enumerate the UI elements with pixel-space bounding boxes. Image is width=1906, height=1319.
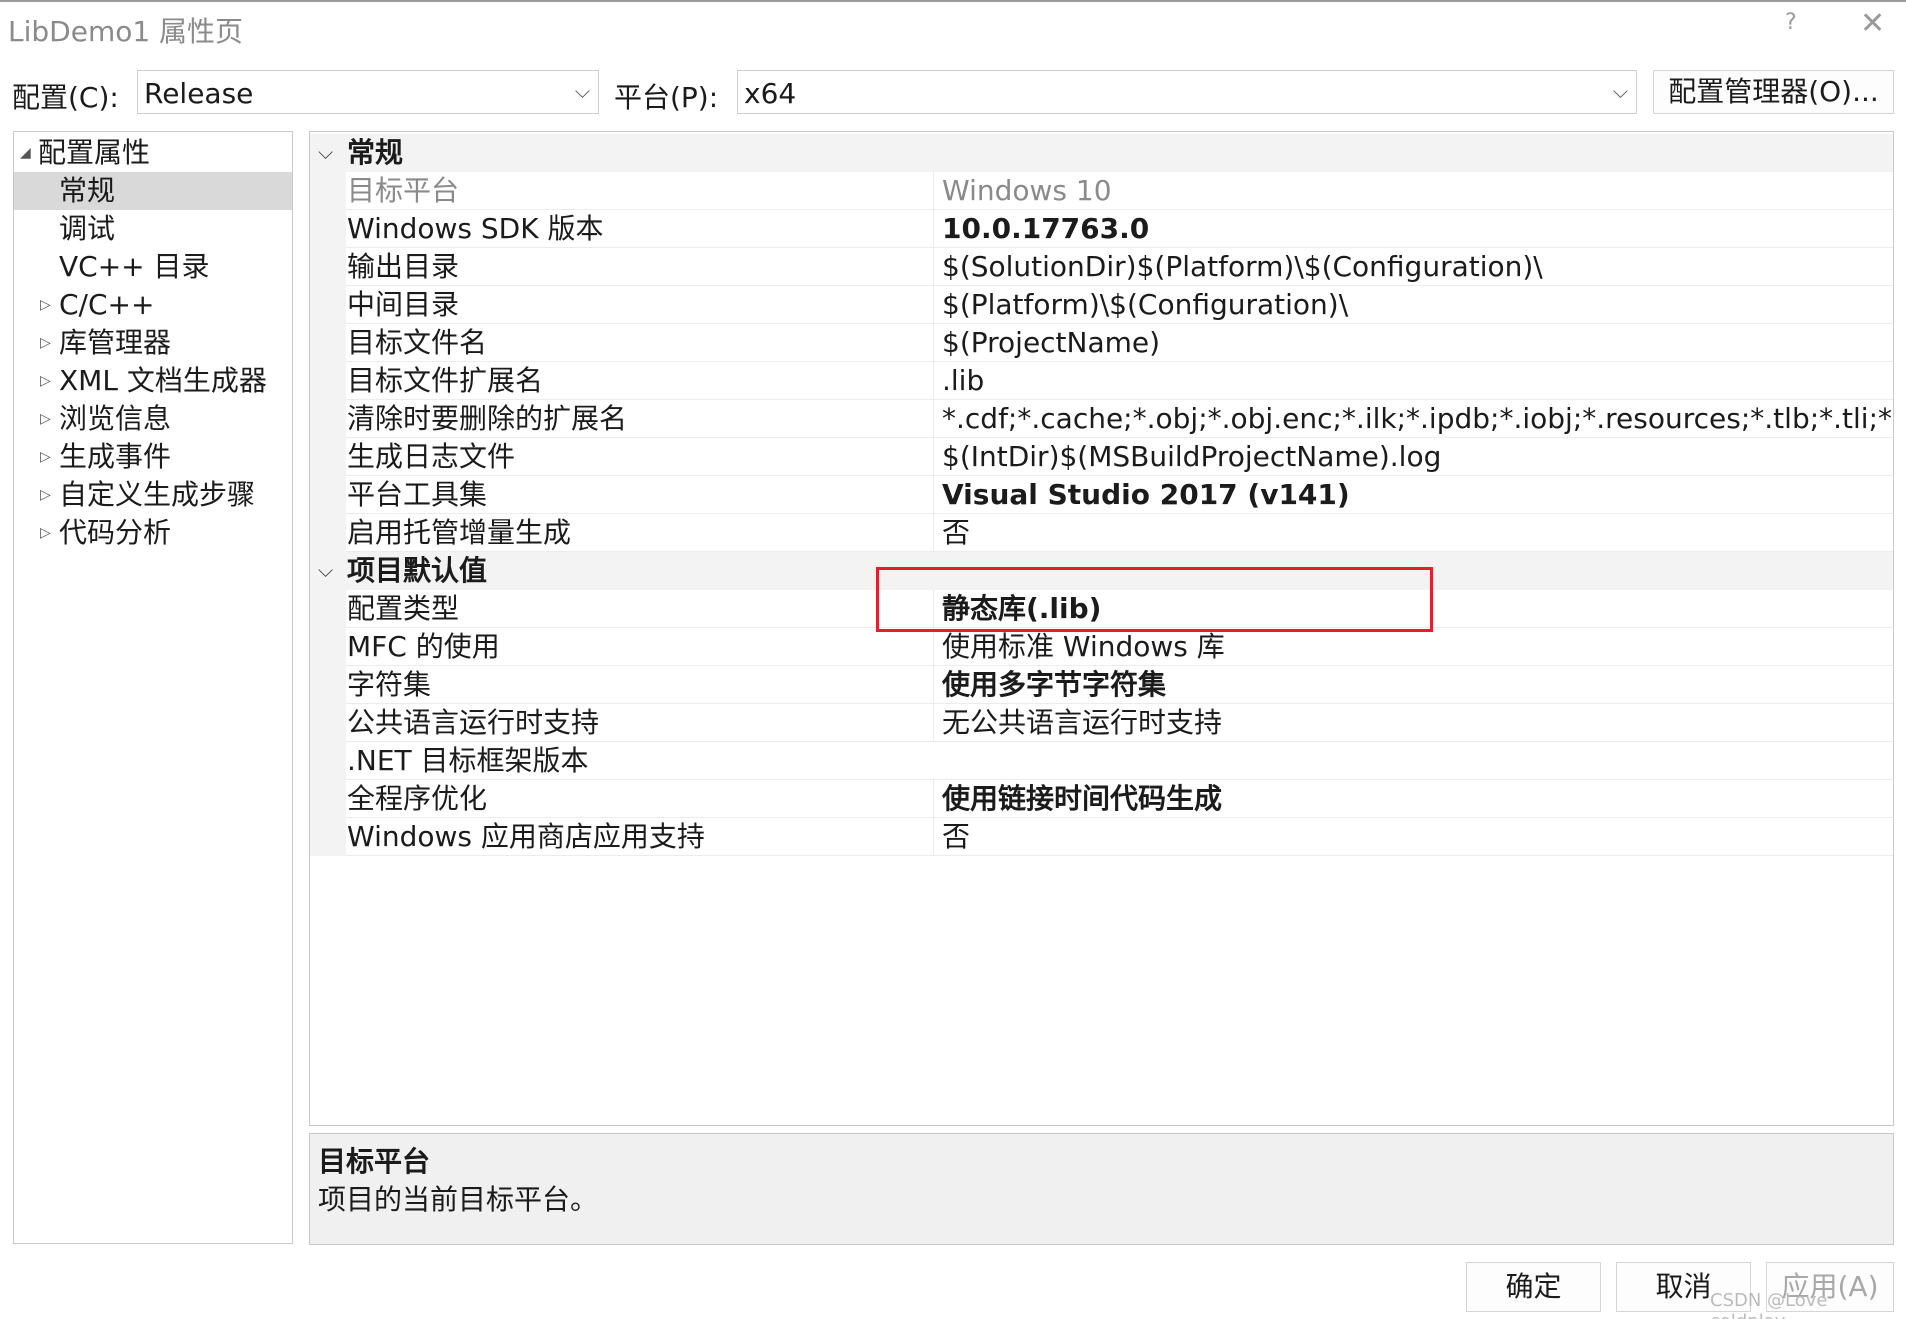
property-name: 公共语言运行时支持 xyxy=(347,706,600,739)
property-value[interactable]: Windows 10 xyxy=(933,172,1893,210)
close-icon[interactable]: ✕ xyxy=(1860,6,1885,41)
property-tree: ◢ 配置属性 常规 调试 VC++ 目录 ▷ C/C++ ▷ 库管理器 ▷ XM… xyxy=(13,131,293,1244)
tree-root[interactable]: ◢ 配置属性 xyxy=(14,134,292,172)
property-row-charset[interactable]: 字符集 使用多字节字符集 xyxy=(310,666,1893,704)
property-name: 输出目录 xyxy=(347,250,460,283)
property-value[interactable]: .lib xyxy=(933,362,1893,400)
platform-dropdown[interactable]: x64 ⌵ xyxy=(737,70,1637,114)
tree-item-custom-build-step[interactable]: ▷ 自定义生成步骤 xyxy=(14,476,292,514)
tree-item-librarian[interactable]: ▷ 库管理器 xyxy=(14,324,292,362)
chevron-down-icon: ⌵ xyxy=(1612,79,1628,103)
config-bar: 配置(C): Release ⌵ 平台(P): x64 ⌵ 配置管理器(O)..… xyxy=(0,62,1906,122)
platform-label: 平台(P): xyxy=(614,81,719,114)
property-name: MFC 的使用 xyxy=(347,630,500,663)
category-label: 常规 xyxy=(347,136,404,169)
chevron-down-icon[interactable]: ⌵ xyxy=(318,558,333,582)
property-value[interactable]: $(SolutionDir)$(Platform)\$(Configuratio… xyxy=(933,248,1893,286)
tree-item-cpp[interactable]: ▷ C/C++ xyxy=(14,286,292,324)
expand-triangle-icon[interactable]: ▷ xyxy=(40,438,51,476)
category-label: 项目默认值 xyxy=(347,554,488,587)
property-name: .NET 目标框架版本 xyxy=(347,744,589,777)
property-name: 目标文件扩展名 xyxy=(347,364,544,397)
window-title: LibDemo1 属性页 xyxy=(8,15,244,48)
expand-triangle-icon[interactable]: ▷ xyxy=(40,286,51,324)
expand-triangle-icon[interactable]: ▷ xyxy=(40,324,51,362)
property-name: 启用托管增量生成 xyxy=(347,516,572,549)
property-value[interactable]: 使用链接时间代码生成 xyxy=(933,780,1893,818)
property-row-clr-support[interactable]: 公共语言运行时支持 无公共语言运行时支持 xyxy=(310,704,1893,742)
property-row-toolset[interactable]: 平台工具集 Visual Studio 2017 (v141) xyxy=(310,476,1893,514)
property-row-mfc-use[interactable]: MFC 的使用 使用标准 Windows 库 xyxy=(310,628,1893,666)
property-name: 字符集 xyxy=(347,668,432,701)
platform-value: x64 xyxy=(744,77,797,110)
property-row-store-app-support[interactable]: Windows 应用商店应用支持 否 xyxy=(310,818,1893,856)
expand-triangle-icon[interactable]: ▷ xyxy=(40,362,51,400)
property-row-output-dir[interactable]: 输出目录 $(SolutionDir)$(Platform)\$(Configu… xyxy=(310,248,1893,286)
property-row-target-platform[interactable]: 目标平台 Windows 10 xyxy=(310,172,1893,210)
property-value[interactable]: Visual Studio 2017 (v141) xyxy=(933,476,1893,514)
property-name: 目标文件名 xyxy=(347,326,488,359)
expand-triangle-icon[interactable]: ▷ xyxy=(40,514,51,552)
annotation-highlight-box xyxy=(876,567,1433,632)
config-value: Release xyxy=(144,77,254,110)
expand-triangle-icon[interactable]: ▷ xyxy=(40,476,51,514)
config-manager-button[interactable]: 配置管理器(O)... xyxy=(1653,70,1894,114)
property-name: Windows SDK 版本 xyxy=(347,212,604,245)
property-row-target-name[interactable]: 目标文件名 $(ProjectName) xyxy=(310,324,1893,362)
chevron-down-icon: ⌵ xyxy=(574,79,590,103)
tree-item-general[interactable]: 常规 xyxy=(14,172,292,210)
ok-button[interactable]: 确定 xyxy=(1466,1262,1601,1312)
tree-item-browse-info[interactable]: ▷ 浏览信息 xyxy=(14,400,292,438)
tree-root-label: 配置属性 xyxy=(38,136,151,169)
property-value[interactable]: 使用多字节字符集 xyxy=(933,666,1893,704)
config-label: 配置(C): xyxy=(12,81,119,114)
config-dropdown[interactable]: Release ⌵ xyxy=(137,70,599,114)
property-value[interactable]: $(ProjectName) xyxy=(933,324,1893,362)
property-row-sdk-version[interactable]: Windows SDK 版本 10.0.17763.0 xyxy=(310,210,1893,248)
property-row-clean-ext[interactable]: 清除时要删除的扩展名 *.cdf;*.cache;*.obj;*.obj.enc… xyxy=(310,400,1893,438)
property-row-whole-program-opt[interactable]: 全程序优化 使用链接时间代码生成 xyxy=(310,780,1893,818)
property-value[interactable]: $(Platform)\$(Configuration)\ xyxy=(933,286,1893,324)
property-value[interactable]: 10.0.17763.0 xyxy=(933,210,1893,248)
tree-item-build-events[interactable]: ▷ 生成事件 xyxy=(14,438,292,476)
property-name: 中间目录 xyxy=(347,288,460,321)
expand-triangle-icon[interactable]: ▷ xyxy=(40,400,51,438)
tree-item-code-analysis[interactable]: ▷ 代码分析 xyxy=(14,514,292,552)
property-name: 平台工具集 xyxy=(347,478,488,511)
property-value[interactable]: $(IntDir)$(MSBuildProjectName).log xyxy=(933,438,1893,476)
property-name: 清除时要删除的扩展名 xyxy=(347,402,628,435)
property-row-build-log[interactable]: 生成日志文件 $(IntDir)$(MSBuildProjectName).lo… xyxy=(310,438,1893,476)
tree-item-xml-doc-generator[interactable]: ▷ XML 文档生成器 xyxy=(14,362,292,400)
title-bar: LibDemo1 属性页 ? ✕ xyxy=(0,0,1906,50)
property-name: 配置类型 xyxy=(347,592,460,625)
property-name: 生成日志文件 xyxy=(347,440,516,473)
property-row-intermediate-dir[interactable]: 中间目录 $(Platform)\$(Configuration)\ xyxy=(310,286,1893,324)
property-row-net-framework[interactable]: .NET 目标框架版本 xyxy=(310,742,1893,780)
property-name: Windows 应用商店应用支持 xyxy=(347,820,705,853)
property-value[interactable]: 使用标准 Windows 库 xyxy=(933,628,1893,666)
tree-item-debugging[interactable]: 调试 xyxy=(14,210,292,248)
help-icon[interactable]: ? xyxy=(1785,10,1797,35)
description-text: 项目的当前目标平台。 xyxy=(318,1183,599,1216)
property-name: 目标平台 xyxy=(347,174,460,207)
property-value[interactable]: 否 xyxy=(933,818,1893,856)
property-row-managed-incremental[interactable]: 启用托管增量生成 否 xyxy=(310,514,1893,552)
watermark: CSDN @Love coldplay xyxy=(1710,1290,1828,1319)
property-row-target-ext[interactable]: 目标文件扩展名 .lib xyxy=(310,362,1893,400)
tree-item-vc-directories[interactable]: VC++ 目录 xyxy=(14,248,292,286)
property-value[interactable]: 否 xyxy=(933,514,1893,552)
property-value[interactable]: 无公共语言运行时支持 xyxy=(933,704,1893,742)
chevron-down-icon[interactable]: ⌵ xyxy=(318,140,333,164)
description-panel: 目标平台 项目的当前目标平台。 xyxy=(309,1133,1894,1245)
category-general[interactable]: ⌵ 常规 xyxy=(310,134,1893,172)
collapse-triangle-icon[interactable]: ◢ xyxy=(20,134,31,172)
property-value[interactable]: *.cdf;*.cache;*.obj;*.obj.enc;*.ilk;*.ip… xyxy=(933,400,1893,438)
description-title: 目标平台 xyxy=(318,1145,431,1178)
property-name: 全程序优化 xyxy=(347,782,488,815)
